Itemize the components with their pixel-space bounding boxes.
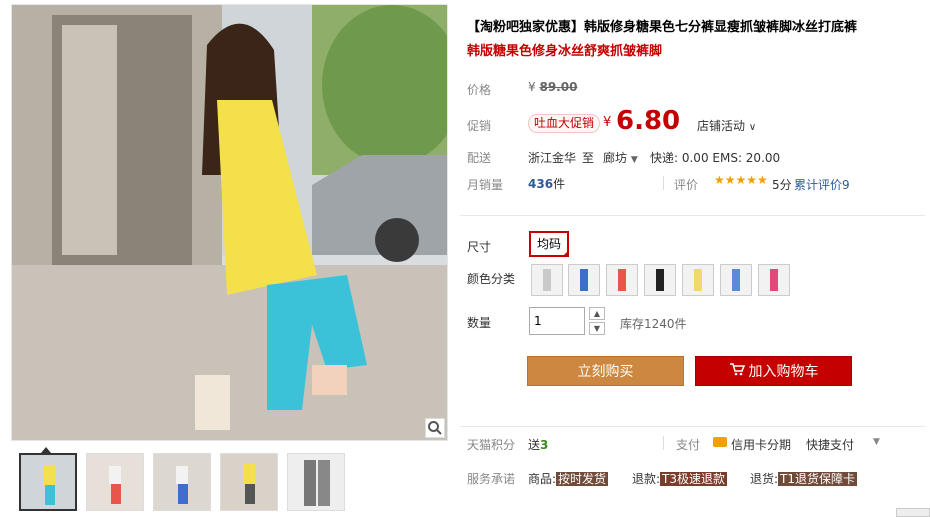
- promo-badge: 吐血大促销: [528, 114, 601, 133]
- size-option-label: 均码: [537, 237, 562, 251]
- review-count-link[interactable]: 累计评价9: [794, 176, 850, 193]
- color-swatch-6[interactable]: [720, 264, 752, 296]
- quick-pay-link[interactable]: 快捷支付: [806, 436, 854, 453]
- credit-card-icon: [713, 437, 727, 447]
- product-subtitle: 韩版糖果色修身冰丝舒爽抓皱裤脚: [467, 44, 663, 59]
- thumbnail-1[interactable]: [19, 453, 77, 511]
- monthly-sales-count: 436: [528, 177, 554, 191]
- rating-score: 5分: [772, 178, 792, 192]
- service-return-label: 退货:: [750, 472, 779, 486]
- currency-symbol: ¥: [528, 80, 536, 94]
- thumbnail-4[interactable]: [220, 453, 278, 511]
- shipping-label: 配送: [467, 151, 492, 165]
- promo-price: 6.80: [616, 106, 681, 136]
- original-price: 89.00: [539, 80, 578, 94]
- color-swatch-3[interactable]: [606, 264, 638, 296]
- product-title: 【淘粉吧独家优惠】韩版修身糖果色七分裤显瘦抓皱裤脚冰丝打底裤: [467, 20, 858, 35]
- thumbnail-5[interactable]: [287, 453, 345, 511]
- size-option-selected[interactable]: 均码: [529, 231, 570, 257]
- selected-corner-icon: [562, 250, 570, 257]
- buy-now-button[interactable]: 立刻购买: [527, 356, 684, 386]
- divider: [663, 176, 664, 190]
- service-refund-label: 退款:: [632, 472, 661, 486]
- points-amount: 3: [540, 438, 549, 452]
- store-activity-dropdown[interactable]: 店铺活动 ∨: [697, 117, 756, 134]
- caret-down-icon: ▼: [630, 155, 638, 165]
- add-to-cart-button[interactable]: 加入购物车: [695, 356, 852, 386]
- expand-payment-icon[interactable]: ▼: [873, 437, 880, 447]
- ship-to-dropdown[interactable]: 廊坊 ▼: [603, 149, 638, 166]
- service-goods-tag[interactable]: 按时发货: [556, 472, 609, 486]
- color-swatch-2[interactable]: [568, 264, 600, 296]
- ship-from: 浙江金华: [528, 151, 577, 165]
- promo-label: 促销: [467, 119, 492, 133]
- ship-to-city: 廊坊: [603, 151, 628, 165]
- scroll-corner: [896, 508, 930, 517]
- quantity-input[interactable]: [529, 307, 585, 335]
- color-swatch-4[interactable]: [644, 264, 676, 296]
- divider-line: [460, 215, 925, 216]
- thumbnail-2[interactable]: [86, 453, 144, 511]
- quantity-decrease-button[interactable]: ▼: [589, 322, 605, 335]
- color-swatch-1[interactable]: [531, 264, 563, 296]
- product-photo: [12, 5, 447, 440]
- rating-label: 评价: [674, 178, 699, 192]
- thumbnail-3[interactable]: [153, 453, 211, 511]
- promo-currency: ¥: [603, 115, 612, 130]
- ship-to-word: 至: [582, 151, 595, 165]
- divider-line-2: [460, 426, 925, 427]
- service-refund-tag[interactable]: T3极速退款: [660, 472, 728, 486]
- add-to-cart-label: 加入购物车: [748, 364, 819, 380]
- stock-count: 库存1240件: [620, 317, 687, 331]
- zoom-icon[interactable]: [425, 418, 445, 438]
- store-activity-label: 店铺活动: [697, 119, 746, 133]
- quantity-label: 数量: [467, 316, 492, 330]
- price-label: 价格: [467, 83, 492, 97]
- service-goods-label: 商品:: [528, 472, 557, 486]
- service-label: 服务承诺: [467, 472, 516, 486]
- rating-stars: ★★★★★: [714, 173, 768, 187]
- divider: [663, 436, 664, 450]
- color-swatch-5[interactable]: [682, 264, 714, 296]
- size-label: 尺寸: [467, 240, 492, 254]
- points-send: 送: [528, 438, 541, 452]
- shipping-fee: 快递: 0.00 EMS: 20.00: [650, 151, 781, 165]
- credit-installment-link[interactable]: 信用卡分期: [731, 436, 791, 453]
- cart-icon: [729, 357, 745, 387]
- points-label: 天猫积分: [467, 438, 516, 452]
- payment-label: 支付: [676, 438, 701, 452]
- color-label: 颜色分类: [467, 272, 516, 286]
- service-return-tag[interactable]: T1退货保障卡: [778, 472, 858, 486]
- main-product-image[interactable]: [11, 4, 448, 441]
- monthly-sales-unit: 件: [553, 177, 566, 191]
- monthly-sales-label: 月销量: [467, 178, 504, 192]
- quantity-increase-button[interactable]: ▲: [589, 307, 605, 320]
- chevron-down-icon: ∨: [748, 122, 757, 133]
- color-swatch-7[interactable]: [758, 264, 790, 296]
